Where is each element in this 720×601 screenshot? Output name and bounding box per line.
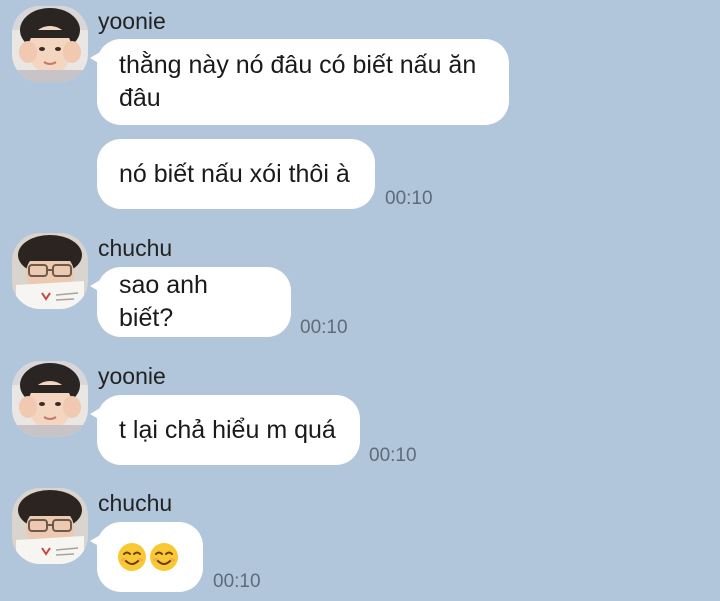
avatar-image xyxy=(12,233,88,309)
sender-name: yoonie xyxy=(98,8,166,34)
message-bubble[interactable] xyxy=(90,522,203,592)
avatar-yoonie[interactable] xyxy=(12,6,88,82)
message-bubble[interactable]: sao anh biết? xyxy=(90,267,291,337)
timestamp: 00:10 xyxy=(385,188,433,209)
message-bubble[interactable]: nó biết nấu xói thôi à xyxy=(97,139,375,209)
smiling-face-emoji-icon xyxy=(150,543,178,571)
avatar-chuchu[interactable] xyxy=(12,488,88,564)
sender-name: yoonie xyxy=(98,363,166,389)
avatar-chuchu[interactable] xyxy=(12,233,88,309)
message-text: nó biết nấu xói thôi à xyxy=(119,159,350,188)
message-text: sao anh biết? xyxy=(119,271,208,332)
sender-name: chuchu xyxy=(98,490,173,516)
timestamp: 00:10 xyxy=(369,445,417,466)
avatar-image xyxy=(12,488,88,564)
message-text: thằng này nó đâu có biết nấu ăn đâu xyxy=(119,51,477,112)
sender-name: chuchu xyxy=(98,235,173,261)
smiling-face-emoji-icon xyxy=(118,543,146,571)
message-text: t lại chả hiểu m quá xyxy=(119,415,336,444)
message-bubble[interactable]: thằng này nó đâu có biết nấu ăn đâu xyxy=(90,39,509,125)
avatar-image xyxy=(12,6,88,82)
timestamp: 00:10 xyxy=(300,317,348,338)
avatar-image xyxy=(12,361,88,437)
timestamp: 00:10 xyxy=(213,571,261,592)
message-bubble[interactable]: t lại chả hiểu m quá xyxy=(90,395,360,465)
avatar-yoonie[interactable] xyxy=(12,361,88,437)
